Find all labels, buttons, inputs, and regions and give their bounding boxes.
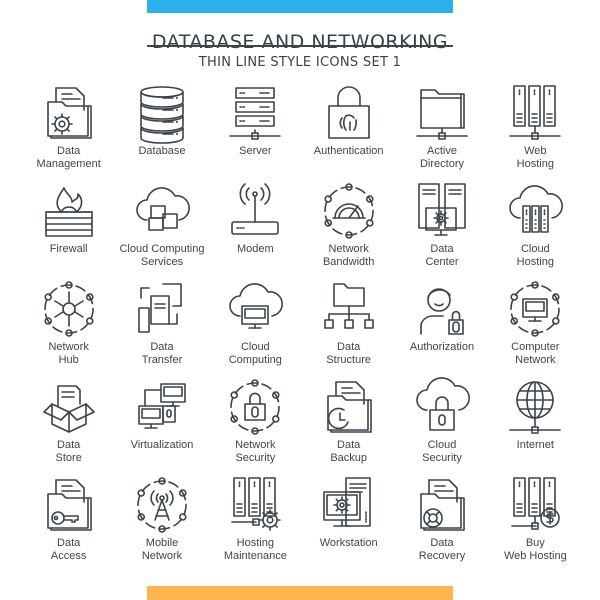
- speedometer-network-icon: [318, 182, 380, 240]
- workstation-icon: [318, 476, 380, 534]
- icon-label: Server: [239, 145, 272, 157]
- icon-label: Active Directory: [419, 145, 464, 170]
- folder-gear-icon: [38, 84, 100, 142]
- icon-label: Data Store: [55, 439, 82, 464]
- icon-tile: Web Hosting: [489, 84, 582, 182]
- server-rack-icon: [224, 84, 286, 142]
- folder-tree-icon: [318, 280, 380, 338]
- antenna-network-icon: [131, 476, 193, 534]
- icon-tile: Cloud Computing: [209, 280, 302, 378]
- icon-tile: Network Hub: [22, 280, 115, 378]
- server-towers-icon: [504, 84, 566, 142]
- icon-tile: Authorization: [395, 280, 488, 378]
- user-lock-icon: [411, 280, 473, 338]
- icon-label: Authorization: [409, 341, 475, 353]
- title-divider: [147, 45, 453, 47]
- folder-key-icon: [38, 476, 100, 534]
- icon-label: Database: [138, 145, 186, 157]
- lock-network-icon: [224, 378, 286, 436]
- firewall-icon: [38, 182, 100, 240]
- network-folder-icon: [411, 84, 473, 142]
- icon-label: Network Security: [235, 439, 276, 464]
- icon-tile: Mobile Network: [115, 476, 208, 574]
- icon-tile: Server: [209, 84, 302, 182]
- icon-label: Virtualization: [130, 439, 194, 451]
- folder-clock-icon: [318, 378, 380, 436]
- icon-tile: Firewall: [22, 182, 115, 280]
- virtual-monitors-icon: [131, 378, 193, 436]
- icon-label: Data Management: [36, 145, 101, 170]
- icon-label: Firewall: [49, 243, 88, 255]
- modem-icon: [224, 182, 286, 240]
- fingerprint-lock-icon: [318, 84, 380, 142]
- cloud-lock-icon: [411, 377, 473, 436]
- icon-tile: Computer Network: [489, 280, 582, 378]
- icon-tile: Data Backup: [302, 378, 395, 476]
- cloud-monitor-icon: [224, 280, 286, 338]
- icon-tile: Network Security: [209, 378, 302, 476]
- cloud-servers-icon: [504, 182, 566, 240]
- icon-tile: Cloud Computing Services: [115, 182, 208, 280]
- database-icon: [131, 84, 193, 144]
- icon-grid: Data Management Database Server Authenticat…: [22, 84, 582, 574]
- icon-label: Web Hosting: [516, 145, 554, 170]
- icon-label: Cloud Hosting: [516, 243, 554, 268]
- icon-tile: Modem: [209, 182, 302, 280]
- icon-tile: Cloud Security: [395, 377, 488, 476]
- icon-label: Data Access: [50, 537, 87, 562]
- icon-label: Cloud Computing: [228, 341, 282, 366]
- icon-tile: Virtualization: [115, 378, 208, 476]
- icon-tile: Data Management: [22, 84, 115, 182]
- icon-label: Hosting Maintenance: [223, 537, 287, 562]
- globe-network-icon: [504, 378, 566, 436]
- file-transfer-icon: [131, 280, 193, 338]
- icon-label: Buy Web Hosting: [503, 537, 567, 562]
- cloud-puzzle-icon: [131, 182, 193, 240]
- icon-label: Data Center: [425, 243, 459, 268]
- icon-tile: Cloud Hosting: [489, 182, 582, 280]
- icon-label: Internet: [516, 439, 554, 451]
- icon-tile: Workstation: [302, 476, 395, 574]
- icon-tile: Data Store: [22, 378, 115, 476]
- icon-tile: Data Transfer: [115, 280, 208, 378]
- icon-label: Authentication: [313, 145, 384, 157]
- open-box-icon: [38, 378, 100, 436]
- icon-tile: Internet: [489, 378, 582, 476]
- icon-label: Data Backup: [330, 439, 368, 464]
- icon-label: Modem: [236, 243, 274, 255]
- icon-label: Data Transfer: [141, 341, 183, 366]
- icon-tile: Hosting Maintenance: [209, 476, 302, 574]
- icon-label: Computer Network: [511, 341, 560, 366]
- icon-tile: Data Access: [22, 476, 115, 574]
- data-center-icon: [411, 182, 473, 240]
- icon-label: Data Recovery: [418, 537, 466, 562]
- icon-label: Mobile Network: [141, 537, 183, 562]
- monitor-network-icon: [504, 280, 566, 338]
- icon-label: Network Bandwidth: [322, 243, 375, 268]
- icon-label: Cloud Security: [422, 439, 462, 464]
- bottom-accent-bar: [147, 586, 453, 600]
- icon-label: Workstation: [319, 537, 378, 549]
- page-subtitle: THIN LINE STYLE ICONS SET 1: [198, 55, 402, 70]
- server-gear-icon: [224, 476, 286, 534]
- network-hub-icon: [38, 280, 100, 338]
- icon-tile: Database: [115, 84, 208, 182]
- server-dollar-icon: [504, 476, 566, 534]
- icon-label: Cloud Computing Services: [119, 243, 205, 268]
- folder-lifebuoy-icon: [411, 476, 473, 534]
- icon-tile: Authentication: [302, 84, 395, 182]
- icon-label: Data Structure: [326, 341, 371, 366]
- icon-tile: Data Recovery: [395, 476, 488, 574]
- icon-tile: Active Directory: [395, 84, 488, 182]
- icon-label: Network Hub: [48, 341, 89, 366]
- top-accent-bar: [147, 0, 453, 13]
- icon-tile: Data Center: [395, 182, 488, 280]
- page-title: DATABASE AND NETWORKING: [151, 30, 449, 53]
- icon-tile: Network Bandwidth: [302, 182, 395, 280]
- icon-tile: Buy Web Hosting: [489, 476, 582, 574]
- icon-tile: Data Structure: [302, 280, 395, 378]
